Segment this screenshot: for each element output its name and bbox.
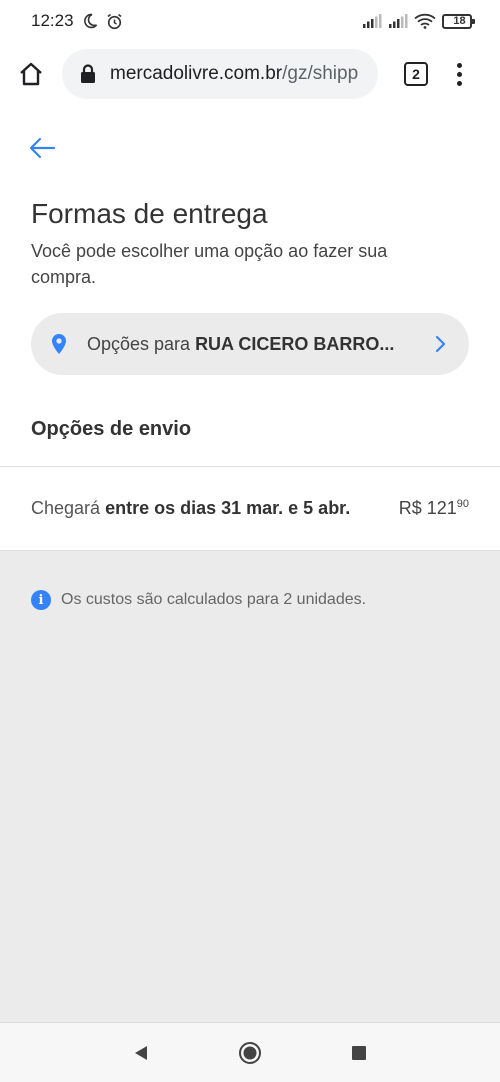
status-time: 12:23 [31,11,74,30]
address-bar[interactable]: mercadolivre.com.br/gz/shipp [62,49,378,99]
home-circle-icon [239,1041,261,1064]
address-prefix: Opções para [87,333,196,354]
url-domain: mercadolivre.com.br [110,63,283,84]
shipping-option[interactable]: Chegará entre os dias 31 mar. e 5 abr. R… [0,466,500,551]
tab-switcher-button[interactable]: 2 [404,62,428,86]
back-triangle-icon [135,1045,147,1060]
browser-toolbar: mercadolivre.com.br/gz/shipp 2 [0,42,500,106]
url-path: /gz/shipp [282,63,359,84]
url-text: mercadolivre.com.br/gz/shipp [110,63,358,85]
arrival-prefix: Chegará [31,498,106,518]
signal-icon [388,14,408,28]
chevron-right-icon [435,335,446,353]
back-arrow-icon[interactable] [28,136,56,160]
menu-dot-icon [456,62,462,68]
signal-icon [362,14,382,28]
menu-dot-icon [456,80,462,86]
system-nav-bar [0,1022,500,1082]
nav-recents-button[interactable] [347,1041,371,1065]
home-icon [20,62,42,86]
wifi-icon [414,13,436,29]
lock-icon [81,64,95,83]
home-button[interactable] [16,59,46,89]
nav-back-button[interactable] [129,1041,153,1065]
price-amount: R$ 121 [398,498,457,518]
section-title: Opções de envio [31,418,192,440]
price-cents: 90 [456,498,469,510]
arrival-dates: entre os dias 31 mar. e 5 abr. [105,498,351,518]
browser-menu-button[interactable] [454,62,464,86]
battery-level: 18 [453,14,466,27]
shipping-arrival-text: Chegará entre os dias 31 mar. e 5 abr. [31,498,350,519]
address-selector[interactable]: Opções para RUA CICERO BARRO... [31,313,469,375]
menu-dot-icon [456,71,462,77]
page-subtitle: Você pode escolher uma opção ao fazer su… [31,241,388,287]
recents-square-icon [352,1045,366,1060]
page-content: Formas de entrega Você pode escolher uma… [0,106,500,466]
info-note: i Os custos são calculados para 2 unidad… [31,590,366,610]
battery-indicator: 18 [442,13,475,29]
location-pin-icon [52,334,66,354]
address-label: Opções para RUA CICERO BARRO... [87,334,425,355]
info-text: Os custos são calculados para 2 unidades… [61,591,367,608]
info-icon: i [31,590,51,610]
moon-icon [82,13,98,29]
page-title: Formas de entrega [31,198,268,229]
nav-home-button[interactable] [238,1041,262,1065]
status-bar: 12:23 18 [0,0,500,42]
address-name: RUA CICERO BARRO... [195,333,395,354]
shipping-price: R$ 12190 [399,498,469,519]
alarm-icon [106,13,123,30]
